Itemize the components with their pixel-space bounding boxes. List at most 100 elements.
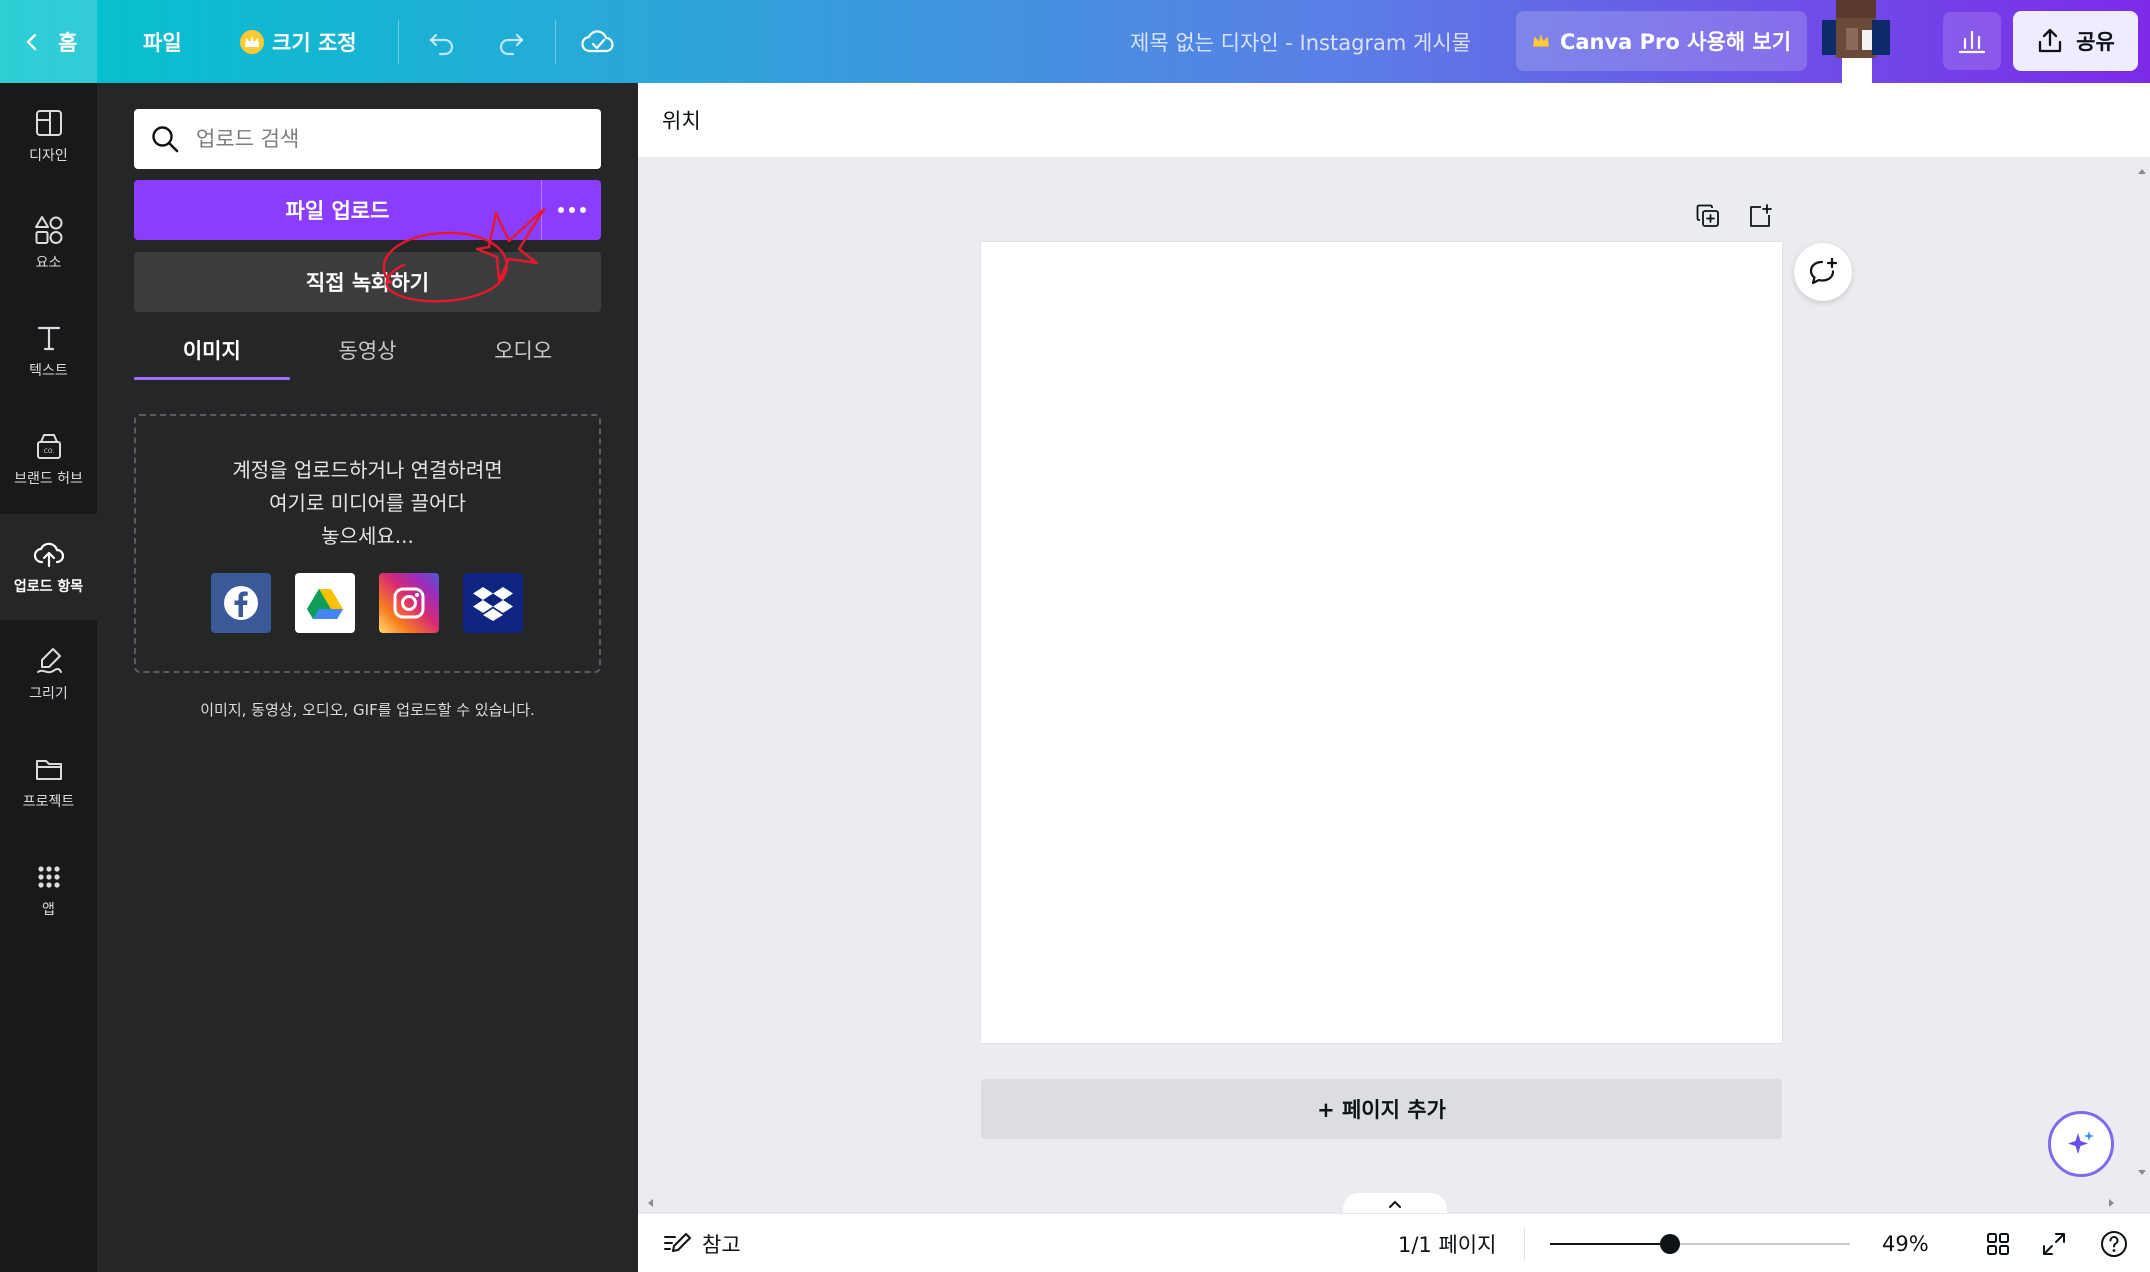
- apps-grid-icon: [37, 866, 60, 888]
- rail-label: 브랜드 허브: [14, 471, 83, 487]
- chevron-up-icon: [1389, 1200, 1401, 1208]
- zoom-slider[interactable]: [1550, 1234, 1850, 1254]
- connect-accounts-row: [211, 573, 523, 633]
- dropzone-text: 계정을 업로드하거나 연결하려면 여기로 미디어를 끌어다 놓으세요...: [136, 454, 599, 553]
- insights-button[interactable]: [1943, 12, 2001, 70]
- rail-item-draw[interactable]: 그리기: [0, 621, 97, 727]
- comment-add-icon: [1809, 257, 1838, 285]
- zoom-slider-knob[interactable]: [1660, 1234, 1680, 1254]
- left-nav-rail: 디자인 요소 텍스트 CO. 브랜드 허브 업로드 항목 그리기 프로젝트 앱: [0, 83, 97, 1272]
- more-options-button[interactable]: [541, 180, 601, 240]
- dropbox-icon[interactable]: [463, 573, 523, 633]
- cloud-check-icon: [581, 30, 614, 53]
- rail-label: 디자인: [29, 148, 68, 164]
- record-yourself-button[interactable]: 직접 녹화하기: [134, 252, 601, 312]
- rail-label: 텍스트: [29, 363, 68, 379]
- tab-label: 동영상: [338, 338, 397, 363]
- top-toolbar: 홈 파일 크기 조정 제목 없는 디자인 - Instagram 게시물 Can…: [0, 0, 2150, 83]
- instagram-icon[interactable]: [379, 573, 439, 633]
- help-question-icon: [2101, 1231, 2127, 1257]
- add-page-label: + 페이지 추가: [1317, 1098, 1446, 1122]
- crown-icon: [1533, 34, 1549, 47]
- search-icon: [152, 126, 179, 153]
- avatar[interactable]: [1822, 0, 1890, 83]
- magic-assistant-button[interactable]: [2048, 1111, 2114, 1177]
- zoom-slider-fill: [1550, 1243, 1670, 1245]
- tab-label: 오디오: [494, 338, 553, 363]
- scroll-left-arrow-icon: [648, 1199, 653, 1207]
- upload-label: 파일 업로드: [285, 199, 390, 223]
- undo-button[interactable]: [420, 20, 464, 64]
- redo-icon: [499, 33, 524, 56]
- more-dots-icon: [557, 207, 586, 213]
- tab-videos[interactable]: 동영상: [290, 326, 446, 373]
- rail-item-brand-hub[interactable]: CO. 브랜드 허브: [0, 406, 97, 512]
- fullscreen-button[interactable]: [2036, 1226, 2072, 1262]
- shapes-icon: [34, 216, 62, 244]
- tab-images[interactable]: 이미지: [134, 326, 290, 380]
- google-drive-icon[interactable]: [295, 573, 355, 633]
- notes-button[interactable]: 참고: [662, 1214, 741, 1272]
- position-button[interactable]: 위치: [662, 105, 701, 135]
- search-input[interactable]: [196, 127, 556, 151]
- rail-item-text[interactable]: 텍스트: [0, 298, 97, 404]
- add-comment-button[interactable]: [1794, 243, 1852, 301]
- rail-item-apps[interactable]: 앱: [0, 837, 97, 943]
- rail-item-projects[interactable]: 프로젝트: [0, 729, 97, 835]
- zoom-percentage-button[interactable]: 49%: [1882, 1214, 1929, 1272]
- file-menu-button[interactable]: 파일: [143, 0, 182, 83]
- page-view-toggle[interactable]: [1343, 1193, 1447, 1215]
- facebook-icon[interactable]: [211, 573, 271, 633]
- upload-files-button[interactable]: 파일 업로드: [134, 180, 541, 240]
- page-indicator-text: 1/1 페이지: [1398, 1232, 1497, 1257]
- rail-item-uploads[interactable]: 업로드 항목: [0, 514, 97, 620]
- folder-icon: [35, 760, 62, 780]
- scroll-right-arrow-icon: [2109, 1199, 2114, 1207]
- toolbar-divider: [1524, 1228, 1525, 1260]
- media-dropzone[interactable]: 계정을 업로드하거나 연결하려면 여기로 미디어를 끌어다 놓으세요...: [134, 414, 601, 673]
- undo-icon: [429, 33, 454, 56]
- text-icon: [37, 326, 60, 351]
- design-page[interactable]: [981, 242, 1782, 1043]
- save-status-button[interactable]: [576, 20, 620, 64]
- share-label: 공유: [2076, 30, 2115, 54]
- add-page-icon-button[interactable]: [1742, 198, 1778, 234]
- uploads-panel: 파일 업로드 직접 녹화하기 이미지 동영상 오디오 계정을 업로드하거나 연결…: [97, 83, 638, 1272]
- dropzone-line: 여기로 미디어를 끌어다: [269, 491, 466, 515]
- rail-label: 그리기: [29, 686, 68, 702]
- share-button[interactable]: 공유: [2013, 11, 2138, 71]
- add-page-icon: [1750, 204, 1772, 227]
- expand-icon: [2043, 1233, 2065, 1255]
- home-button[interactable]: 홈: [0, 0, 97, 83]
- page-indicator[interactable]: 1/1 페이지: [1398, 1214, 1496, 1272]
- vertical-scrollbar[interactable]: [2133, 157, 2150, 1190]
- upload-button-group: 파일 업로드: [134, 180, 601, 240]
- bottom-toolbar: 참고 1/1 페이지 49%: [638, 1213, 2150, 1272]
- redo-button[interactable]: [489, 20, 533, 64]
- rail-label: 앱: [42, 902, 55, 918]
- svg-text:CO.: CO.: [43, 448, 54, 455]
- upload-search-box[interactable]: [134, 109, 601, 169]
- tab-label: 이미지: [182, 338, 241, 363]
- dropzone-line: 놓으세요...: [321, 524, 414, 548]
- chevron-left-icon: [26, 33, 37, 50]
- rail-item-design[interactable]: 디자인: [0, 83, 97, 189]
- resize-button[interactable]: 크기 조정: [240, 0, 357, 83]
- crown-icon: [240, 29, 264, 54]
- tab-audio[interactable]: 오디오: [445, 326, 601, 373]
- help-button[interactable]: [2096, 1226, 2132, 1262]
- duplicate-icon: [1696, 204, 1719, 227]
- position-toolbar: 위치: [638, 83, 2150, 157]
- brand-hub-icon: CO.: [36, 434, 61, 459]
- notes-pencil-icon: [664, 1232, 691, 1252]
- document-title[interactable]: 제목 없는 디자인 - Instagram 게시물: [1130, 0, 1471, 83]
- grid-view-button[interactable]: [1980, 1226, 2016, 1262]
- add-page-button[interactable]: + 페이지 추가: [981, 1079, 1782, 1139]
- document-title-text: 제목 없는 디자인 - Instagram 게시물: [1130, 30, 1471, 55]
- duplicate-page-button[interactable]: [1690, 198, 1726, 234]
- scroll-down-arrow-icon: [2138, 1170, 2146, 1175]
- rail-item-elements[interactable]: 요소: [0, 190, 97, 296]
- try-canva-pro-button[interactable]: Canva Pro 사용해 보기: [1516, 11, 1807, 71]
- grid-view-icon: [1987, 1233, 2009, 1255]
- record-label: 직접 녹화하기: [305, 271, 430, 295]
